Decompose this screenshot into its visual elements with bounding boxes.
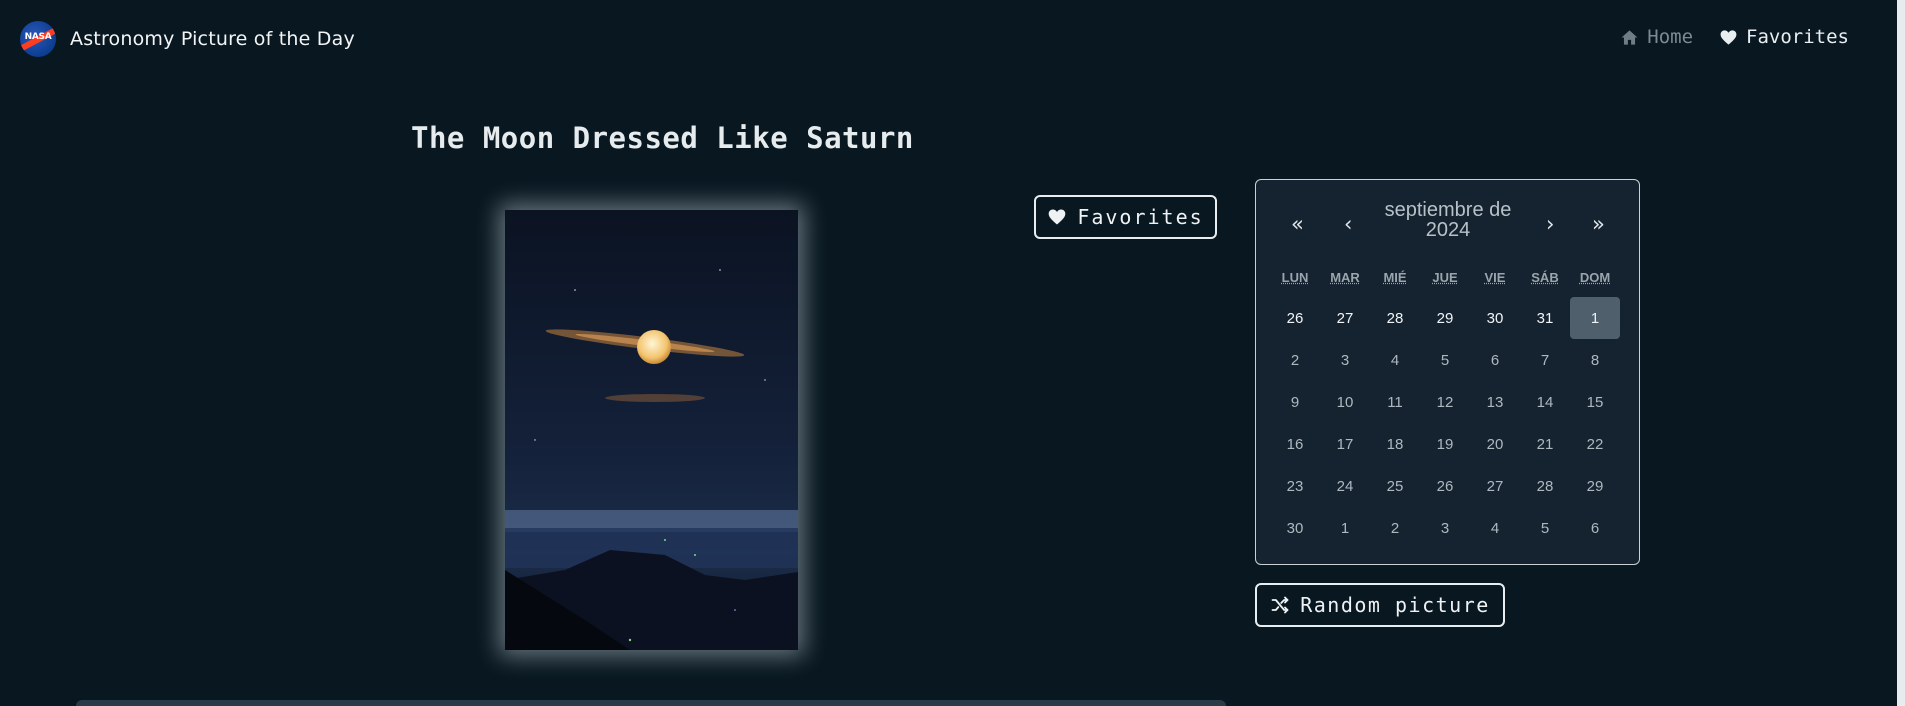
calendar-week: 26 27 28 29 30 31 1: [1270, 297, 1630, 339]
calendar-week: 30 1 2 3 4 5 6: [1270, 507, 1630, 549]
calendar-week: 23 24 25 26 27 28 29: [1270, 465, 1630, 507]
calendar-day[interactable]: 21: [1520, 423, 1570, 465]
calendar-day[interactable]: 24: [1320, 465, 1370, 507]
heart-icon: [1048, 209, 1066, 225]
calendar-day[interactable]: 11: [1370, 381, 1420, 423]
page-scrollbar[interactable]: [1897, 0, 1905, 706]
brand[interactable]: NASA Astronomy Picture of the Day: [20, 21, 355, 57]
calendar-week: 16 17 18 19 20 21 22: [1270, 423, 1630, 465]
calendar-day[interactable]: 27: [1320, 297, 1370, 339]
next-month-button[interactable]: ›: [1546, 212, 1554, 236]
calendar-day[interactable]: 29: [1420, 297, 1470, 339]
weekday-header: MIÉ: [1383, 270, 1407, 285]
calendar-day[interactable]: 5: [1520, 507, 1570, 549]
calendar-day[interactable]: 20: [1470, 423, 1520, 465]
calendar-day[interactable]: 31: [1520, 297, 1570, 339]
picture-title: The Moon Dressed Like Saturn: [411, 121, 914, 155]
calendar-day[interactable]: 13: [1470, 381, 1520, 423]
date-calendar: « ‹ septiembre de 2024 › » LUN MAR MIÉ J…: [1255, 179, 1640, 565]
calendar-day[interactable]: 4: [1470, 507, 1520, 549]
weekday-header: DOM: [1579, 270, 1611, 285]
calendar-day[interactable]: 14: [1520, 381, 1570, 423]
weekday-header: SÁB: [1531, 270, 1559, 285]
calendar-day[interactable]: 1: [1320, 507, 1370, 549]
calendar-day[interactable]: 22: [1570, 423, 1620, 465]
next-year-button[interactable]: »: [1592, 212, 1605, 236]
home-icon: [1621, 29, 1638, 45]
calendar-day[interactable]: 30: [1270, 507, 1320, 549]
weekday-header: LUN: [1281, 270, 1309, 285]
nav-link-home[interactable]: Home: [1620, 26, 1693, 48]
calendar-day[interactable]: 26: [1270, 297, 1320, 339]
add-to-favorites-label: Favorites: [1077, 205, 1204, 229]
calendar-day[interactable]: 4: [1370, 339, 1420, 381]
calendar-weekdays: LUN MAR MIÉ JUE VIE SÁB DOM: [1270, 270, 1630, 285]
calendar-day[interactable]: 12: [1420, 381, 1470, 423]
calendar-day[interactable]: 28: [1370, 297, 1420, 339]
calendar-day[interactable]: 7: [1520, 339, 1570, 381]
weekday-header: VIE: [1484, 270, 1506, 285]
apod-image[interactable]: [505, 210, 798, 650]
calendar-day[interactable]: 10: [1320, 381, 1370, 423]
calendar-days: 26 27 28 29 30 31 1 2 3 4 5 6 7 8 9 10 1…: [1270, 297, 1630, 549]
add-to-favorites-button[interactable]: Favorites: [1034, 195, 1217, 239]
calendar-day[interactable]: 2: [1370, 507, 1420, 549]
calendar-month-label[interactable]: septiembre de 2024: [1374, 200, 1522, 240]
nasa-logo-text: NASA: [24, 32, 52, 42]
calendar-week: 9 10 11 12 13 14 15: [1270, 381, 1630, 423]
calendar-day[interactable]: 3: [1320, 339, 1370, 381]
calendar-day[interactable]: 19: [1420, 423, 1470, 465]
nav-link-favorites[interactable]: Favorites: [1719, 26, 1849, 48]
calendar-day[interactable]: 5: [1420, 339, 1470, 381]
calendar-day[interactable]: 6: [1570, 507, 1620, 549]
random-picture-label: Random picture: [1300, 593, 1490, 617]
random-picture-button[interactable]: Random picture: [1255, 583, 1505, 627]
content-card-edge: [76, 700, 1226, 706]
calendar-day[interactable]: 17: [1320, 423, 1370, 465]
calendar-day[interactable]: 29: [1570, 465, 1620, 507]
calendar-day[interactable]: 15: [1570, 381, 1620, 423]
prev-year-button[interactable]: «: [1291, 212, 1304, 236]
calendar-day[interactable]: 26: [1420, 465, 1470, 507]
calendar-day[interactable]: 18: [1370, 423, 1420, 465]
calendar-navigation: « ‹ septiembre de 2024 › »: [1256, 198, 1639, 248]
calendar-day[interactable]: 25: [1370, 465, 1420, 507]
calendar-day[interactable]: 27: [1470, 465, 1520, 507]
weekday-header: JUE: [1432, 270, 1458, 285]
weekday-header: MAR: [1330, 270, 1360, 285]
nav-links: Home Favorites: [1620, 26, 1849, 48]
heart-icon: [1720, 29, 1737, 45]
calendar-day[interactable]: 6: [1470, 339, 1520, 381]
apod-picture: [505, 210, 798, 650]
calendar-day[interactable]: 3: [1420, 507, 1470, 549]
calendar-day[interactable]: 30: [1470, 297, 1520, 339]
calendar-week: 2 3 4 5 6 7 8: [1270, 339, 1630, 381]
calendar-day[interactable]: 8: [1570, 339, 1620, 381]
nav-link-home-label: Home: [1647, 26, 1694, 48]
calendar-day-selected[interactable]: 1: [1570, 297, 1620, 339]
calendar-day[interactable]: 2: [1270, 339, 1320, 381]
calendar-day[interactable]: 9: [1270, 381, 1320, 423]
calendar-day[interactable]: 28: [1520, 465, 1570, 507]
shuffle-icon: [1271, 596, 1289, 614]
nasa-logo: NASA: [20, 21, 56, 57]
calendar-day[interactable]: 16: [1270, 423, 1320, 465]
nav-link-favorites-label: Favorites: [1746, 26, 1849, 48]
navbar: NASA Astronomy Picture of the Day Home F…: [0, 0, 1905, 78]
calendar-day[interactable]: 23: [1270, 465, 1320, 507]
prev-month-button[interactable]: ‹: [1344, 212, 1352, 236]
brand-title[interactable]: Astronomy Picture of the Day: [70, 28, 355, 50]
